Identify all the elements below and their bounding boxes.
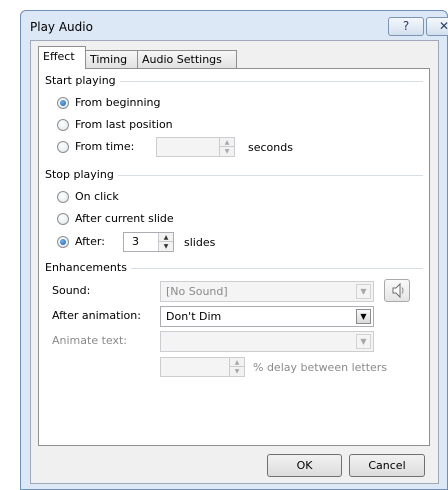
sound-dropdown[interactable]: [No Sound] ▼: [160, 281, 374, 302]
help-button[interactable]: ?: [388, 17, 424, 36]
radio-label: From time:: [75, 140, 135, 153]
speaker-icon: [392, 282, 404, 299]
cancel-button[interactable]: Cancel: [349, 454, 425, 477]
effect-tab-page: Start playing From beginning From last p…: [38, 68, 430, 446]
enhancements-heading: Enhancements: [45, 261, 131, 274]
dropdown-value: [No Sound]: [166, 285, 228, 298]
slides-label: slides: [184, 236, 216, 249]
ok-button[interactable]: OK: [267, 454, 342, 477]
sound-label: Sound:: [52, 284, 91, 297]
speaker-button[interactable]: [384, 279, 410, 302]
spinner-arrows: ▲ ▼: [219, 138, 234, 156]
radio-label: From beginning: [75, 96, 161, 109]
tab-timing[interactable]: Timing: [85, 50, 138, 68]
spin-up-icon[interactable]: ▲: [230, 358, 244, 367]
spin-down-icon[interactable]: ▼: [220, 147, 234, 156]
tab-effect[interactable]: Effect: [38, 46, 86, 69]
dialog-title: Play Audio: [30, 20, 93, 34]
enhancements-group: Enhancements: [45, 261, 423, 275]
dialog-body: Effect Timing Audio Settings Start playi…: [30, 40, 439, 484]
tab-audio-settings[interactable]: Audio Settings: [137, 50, 237, 68]
after-animation-label: After animation:: [52, 309, 141, 322]
stop-playing-group: Stop playing: [45, 168, 423, 182]
stop-playing-heading: Stop playing: [45, 168, 118, 181]
close-button[interactable]: ✕: [426, 17, 448, 36]
radio-button[interactable]: [57, 213, 69, 225]
after-slides-spinner[interactable]: 3 ▲ ▼: [123, 232, 174, 252]
spin-up-icon[interactable]: ▲: [220, 138, 234, 147]
from-time-spinner[interactable]: ▲ ▼: [156, 137, 235, 157]
animate-text-label: Animate text:: [52, 334, 128, 347]
start-playing-heading: Start playing: [45, 74, 120, 87]
radio-button[interactable]: [57, 119, 69, 131]
spin-down-icon[interactable]: ▼: [159, 242, 173, 251]
background-edge: [0, 0, 20, 490]
chevron-down-icon[interactable]: ▼: [356, 334, 371, 349]
radio-label: After:: [75, 235, 105, 248]
radio-button[interactable]: [57, 97, 69, 109]
play-audio-dialog: Play Audio ? ✕ Effect Timing Audio Setti…: [20, 10, 448, 490]
chevron-down-icon[interactable]: ▼: [356, 309, 371, 324]
animate-text-dropdown[interactable]: ▼: [160, 331, 374, 352]
spinner-arrows: ▲ ▼: [229, 358, 244, 376]
dropdown-value: Don't Dim: [166, 310, 222, 323]
radio-button[interactable]: [57, 141, 69, 153]
spin-down-icon[interactable]: ▼: [230, 367, 244, 376]
spinner-value: 3: [132, 235, 139, 248]
seconds-label: seconds: [248, 141, 293, 154]
start-playing-group: Start playing: [45, 74, 423, 88]
letter-delay-spinner[interactable]: ▲ ▼: [160, 357, 245, 377]
delay-between-letters-label: % delay between letters: [253, 361, 388, 374]
radio-button[interactable]: [57, 236, 69, 248]
spin-up-icon[interactable]: ▲: [159, 233, 173, 242]
radio-button[interactable]: [57, 191, 69, 203]
radio-label: From last position: [75, 118, 173, 131]
after-animation-dropdown[interactable]: Don't Dim ▼: [160, 306, 374, 327]
radio-label: After current slide: [75, 212, 174, 225]
chevron-down-icon[interactable]: ▼: [356, 284, 371, 299]
radio-label: On click: [75, 190, 119, 203]
spinner-arrows: ▲ ▼: [158, 233, 173, 251]
